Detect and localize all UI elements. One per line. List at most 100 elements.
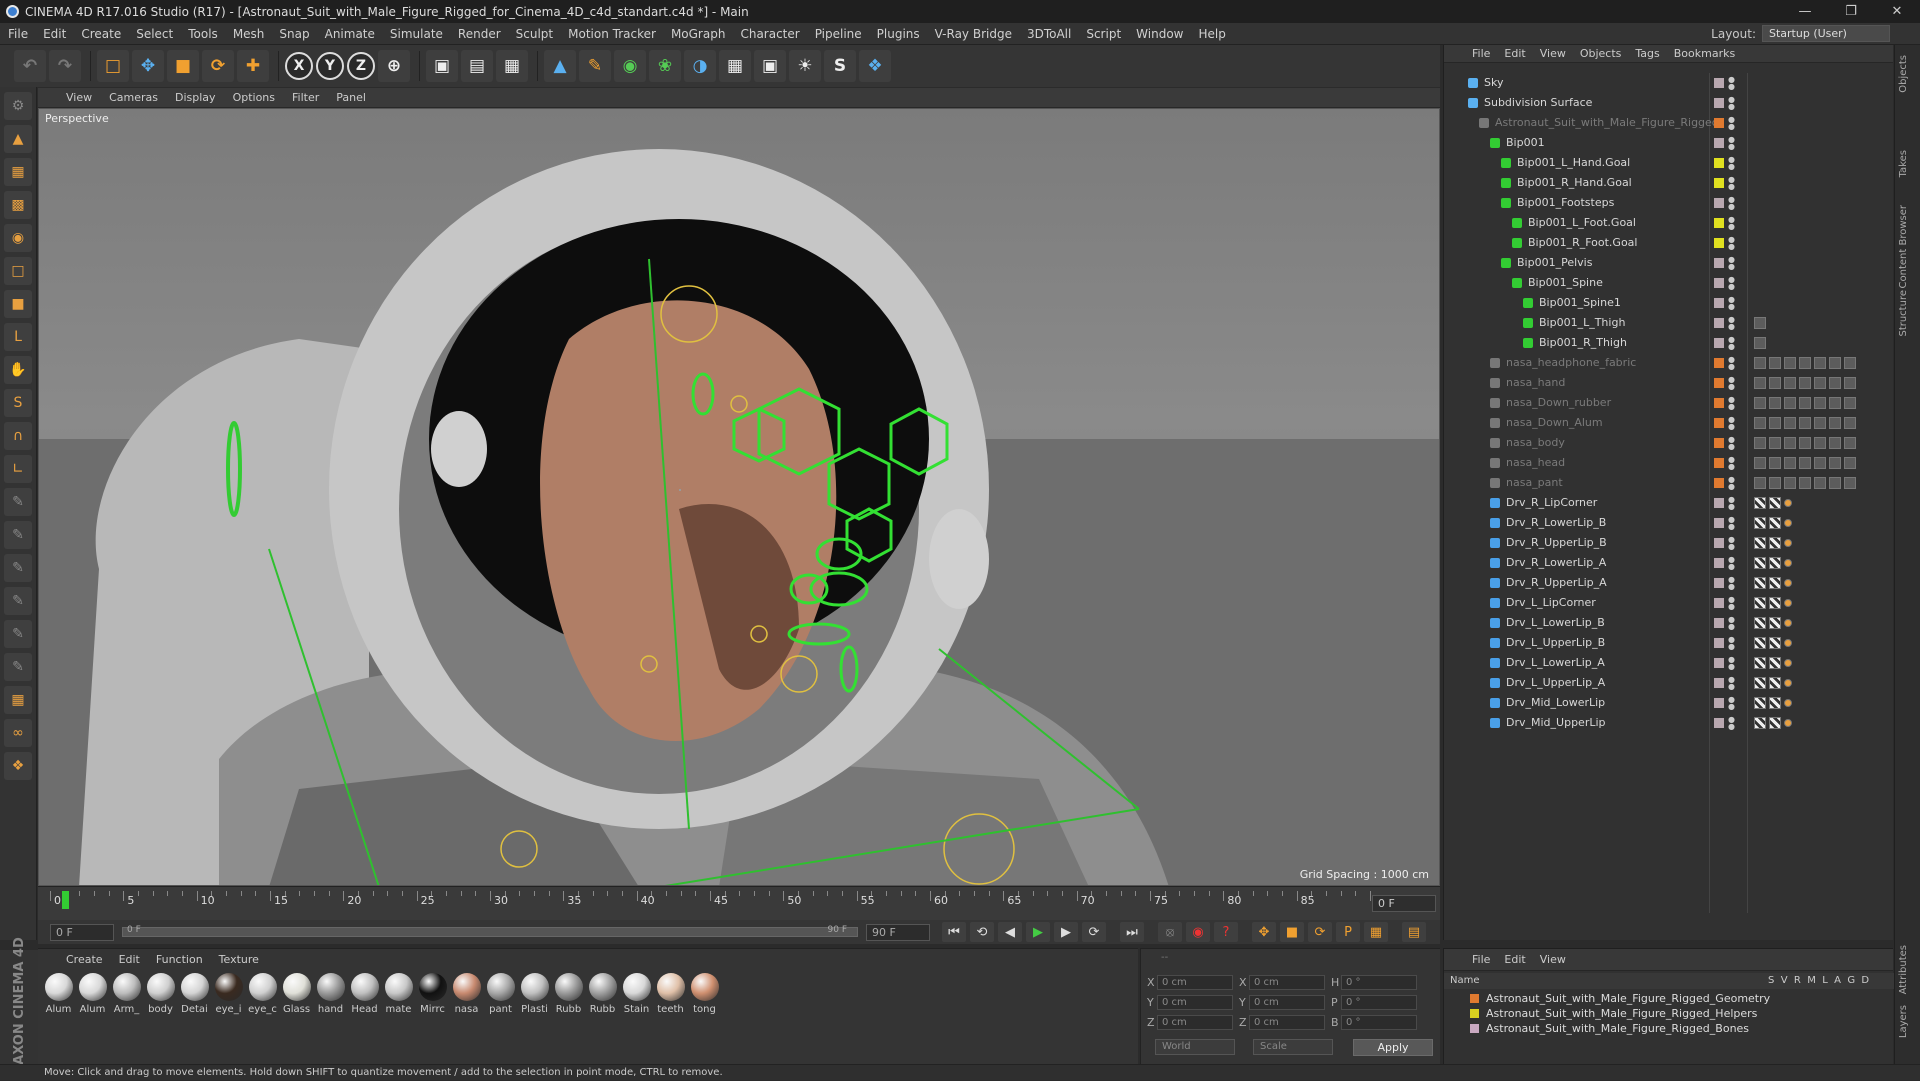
tag-icon[interactable] [1769, 677, 1781, 689]
tag-icon[interactable] [1799, 477, 1811, 489]
object-row[interactable]: Drv_Mid_UpperLip ● ● [1444, 713, 1894, 733]
menu-motion-tracker[interactable]: Motion Tracker [568, 27, 656, 41]
menu-script[interactable]: Script [1086, 27, 1121, 41]
tag-icon[interactable] [1844, 417, 1856, 429]
menu-create[interactable]: Create [81, 27, 121, 41]
tag-icon[interactable] [1769, 357, 1781, 369]
object-row[interactable]: Bip001_R_Foot.Goal ● ● [1444, 233, 1894, 253]
objects-menu-objects[interactable]: Objects [1580, 47, 1622, 60]
material-swatch[interactable]: Mirrc [416, 973, 449, 1015]
previous-frame-icon[interactable]: ◀ [998, 922, 1022, 942]
tag-icon[interactable] [1769, 597, 1781, 609]
object-row[interactable]: nasa_headphone_fabric ● ● [1444, 353, 1894, 373]
tag-icon[interactable] [1844, 377, 1856, 389]
menu-mograph[interactable]: MoGraph [671, 27, 726, 41]
subdivision-surface-icon[interactable]: ◉ [614, 50, 646, 82]
tag-icon[interactable] [1784, 377, 1796, 389]
visibility-dots-icon[interactable]: ● ● [1728, 696, 1735, 711]
visibility-dots-icon[interactable]: ● ● [1728, 116, 1735, 131]
spline-pen-icon[interactable]: ✎ [579, 50, 611, 82]
tab-content-browser[interactable]: Content Browser [1898, 205, 1909, 288]
coord-value-field[interactable]: 0 cm [1157, 1015, 1233, 1030]
tag-icon[interactable] [1844, 457, 1856, 469]
coord-value-field[interactable]: 0 cm [1249, 1015, 1325, 1030]
object-row[interactable]: Bip001_Pelvis ● ● [1444, 253, 1894, 273]
tag-icon[interactable] [1784, 357, 1796, 369]
material-menu-create[interactable]: Create [66, 953, 103, 966]
tag-icon[interactable] [1784, 559, 1792, 567]
visibility-dots-icon[interactable]: ● ● [1728, 496, 1735, 511]
object-row[interactable]: nasa_Down_Alum ● ● [1444, 413, 1894, 433]
texture-mode-icon[interactable]: ▦ [4, 158, 32, 186]
tag-icon[interactable] [1769, 637, 1781, 649]
points-mode-icon[interactable]: ◉ [4, 224, 32, 252]
visibility-dots-icon[interactable]: ● ● [1728, 196, 1735, 211]
layer-color-swatch[interactable] [1714, 338, 1724, 348]
tag-icon[interactable] [1814, 357, 1826, 369]
material-swatch[interactable]: Rubb [552, 973, 585, 1015]
object-row[interactable]: Bip001_R_Hand.Goal ● ● [1444, 173, 1894, 193]
tag-icon[interactable] [1784, 457, 1796, 469]
layer-color-swatch[interactable] [1714, 518, 1724, 528]
coord-value-field[interactable]: 0 cm [1157, 995, 1233, 1010]
visibility-dots-icon[interactable]: ● ● [1728, 596, 1735, 611]
scale-tool-icon[interactable]: ■ [167, 50, 199, 82]
layer-color-swatch[interactable] [1714, 158, 1724, 168]
tag-icon[interactable] [1784, 417, 1796, 429]
axis-mode-icon[interactable]: L [4, 323, 32, 351]
object-row[interactable]: Drv_R_LowerLip_B ● ● [1444, 513, 1894, 533]
tab-layers[interactable]: Layers [1898, 1005, 1909, 1038]
viewport-menu-display[interactable]: Display [175, 91, 216, 104]
material-swatch[interactable]: hand [314, 973, 347, 1015]
viewport-menu-panel[interactable]: Panel [336, 91, 366, 104]
light-icon[interactable]: ☀ [789, 50, 821, 82]
layer-color-swatch[interactable] [1714, 398, 1724, 408]
object-row[interactable]: nasa_pant ● ● [1444, 473, 1894, 493]
coord-value-field[interactable]: 0 ° [1341, 975, 1417, 990]
layer-color-swatch[interactable] [1714, 718, 1724, 728]
layer-color-swatch[interactable] [1714, 238, 1724, 248]
material-swatch[interactable]: eye_c [246, 973, 279, 1015]
next-key-icon[interactable]: ⟳ [1082, 922, 1106, 942]
visibility-dots-icon[interactable]: ● ● [1728, 356, 1735, 371]
joint-tool-icon[interactable]: ∟ [4, 455, 32, 483]
layer-color-swatch[interactable] [1714, 318, 1724, 328]
tag-icon[interactable] [1769, 437, 1781, 449]
tab-attributes[interactable]: Attributes [1898, 945, 1909, 994]
undo-icon[interactable]: ↶ [14, 50, 46, 82]
material-swatch[interactable]: teeth [654, 973, 687, 1015]
tag-icon[interactable] [1754, 657, 1766, 669]
menu-tools[interactable]: Tools [188, 27, 218, 41]
visibility-dots-icon[interactable]: ● ● [1728, 376, 1735, 391]
recent-tool-icon[interactable]: ✚ [237, 50, 269, 82]
object-row[interactable]: Drv_L_UpperLip_A ● ● [1444, 673, 1894, 693]
tag-icon[interactable] [1814, 437, 1826, 449]
menu-pipeline[interactable]: Pipeline [815, 27, 862, 41]
menu-window[interactable]: Window [1136, 27, 1183, 41]
tag-icon[interactable] [1754, 437, 1766, 449]
tag-icon[interactable] [1769, 457, 1781, 469]
layer-color-swatch[interactable] [1714, 598, 1724, 608]
object-row[interactable]: Drv_R_LipCorner ● ● [1444, 493, 1894, 513]
edit-render-settings-icon[interactable]: ▦ [496, 50, 528, 82]
menu-animate[interactable]: Animate [325, 27, 375, 41]
tag-icon[interactable] [1754, 537, 1766, 549]
layer-color-swatch[interactable] [1714, 698, 1724, 708]
visibility-dots-icon[interactable]: ● ● [1728, 336, 1735, 351]
viewport-menu-filter[interactable]: Filter [292, 91, 319, 104]
tag-icon[interactable] [1769, 557, 1781, 569]
tag-icon[interactable] [1829, 457, 1841, 469]
coord-value-field[interactable]: 0 cm [1249, 995, 1325, 1010]
object-row[interactable]: nasa_Down_rubber ● ● [1444, 393, 1894, 413]
weight-tool-icon[interactable]: ✎ [4, 587, 32, 615]
tag-icon[interactable] [1784, 519, 1792, 527]
tag-icon[interactable] [1784, 499, 1792, 507]
timeline-ruler[interactable]: 051015202530354045505560657075808590 0 F [38, 886, 1440, 920]
tag-icon[interactable] [1754, 557, 1766, 569]
previous-key-icon[interactable]: ⟲ [970, 922, 994, 942]
tag-icon[interactable] [1799, 457, 1811, 469]
floor-grid-icon[interactable]: ▦ [4, 686, 32, 714]
tag-icon[interactable] [1769, 517, 1781, 529]
coord-value-field[interactable]: 0 cm [1249, 975, 1325, 990]
coordinate-space-dropdown[interactable]: World [1155, 1039, 1235, 1055]
